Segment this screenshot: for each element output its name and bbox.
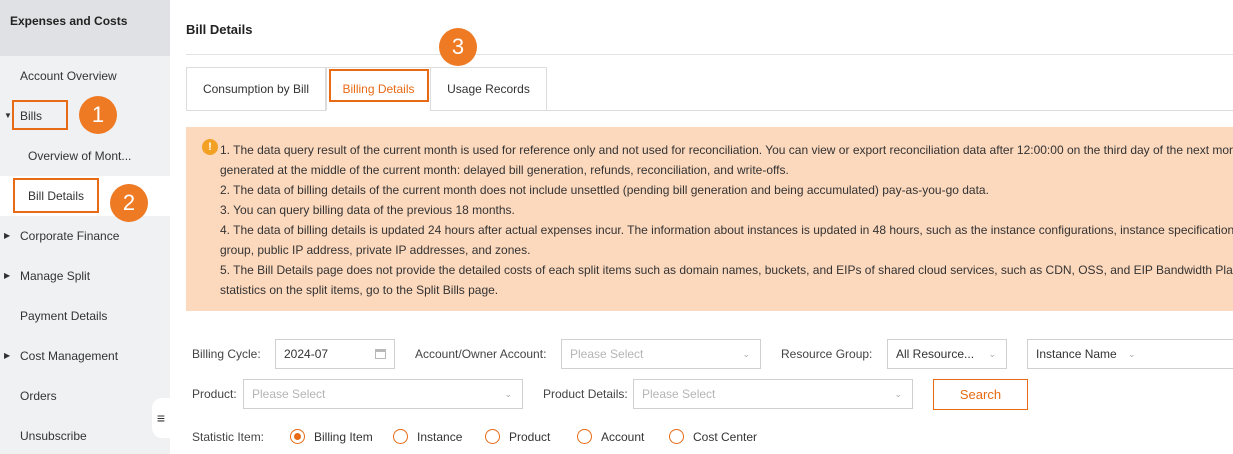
sidebar-item-corporate-finance[interactable]: ▶ Corporate Finance bbox=[0, 216, 170, 256]
sidebar-item-orders[interactable]: Orders bbox=[0, 376, 170, 416]
collapse-icon[interactable]: ≡ bbox=[152, 398, 170, 438]
product-details-placeholder: Please Select bbox=[642, 387, 716, 401]
chevron-down-icon: ⌄ bbox=[504, 389, 512, 399]
sidebar-header: Expenses and Costs bbox=[0, 0, 170, 56]
caret-down-icon: ▼ bbox=[4, 111, 12, 120]
account-select[interactable]: Please Select ⌄ bbox=[561, 339, 761, 369]
radio-account[interactable] bbox=[577, 429, 592, 444]
billing-cycle-value: 2024-07 bbox=[284, 347, 329, 361]
caret-right-icon: ▶ bbox=[4, 271, 11, 280]
notice-line: 5. The Bill Details page does not provid… bbox=[220, 263, 1233, 277]
notice-line: generated at the middle of the current m… bbox=[220, 163, 789, 177]
product-label: Product: bbox=[192, 387, 237, 401]
sidebar-item-label: Payment Details bbox=[20, 309, 108, 323]
callout-badge-2: 2 bbox=[110, 184, 148, 222]
billing-cycle-label: Billing Cycle: bbox=[192, 347, 261, 361]
divider bbox=[547, 110, 1233, 111]
sidebar-item-manage-split[interactable]: ▶ Manage Split bbox=[0, 256, 170, 296]
radio-label-cost-center: Cost Center bbox=[693, 430, 758, 444]
info-icon: ! bbox=[202, 139, 218, 155]
radio-label-product: Product bbox=[509, 430, 551, 444]
notice-line: 2. The data of billing details of the cu… bbox=[220, 183, 989, 197]
divider bbox=[186, 54, 1233, 55]
sidebar-item-overview-of-month[interactable]: Overview of Mont... bbox=[0, 136, 170, 176]
radio-label-account: Account bbox=[601, 430, 645, 444]
instance-name-select[interactable]: Instance Name ⌄ bbox=[1027, 339, 1233, 369]
radio-billing-item[interactable] bbox=[290, 429, 305, 444]
caret-right-icon: ▶ bbox=[4, 231, 11, 240]
search-button[interactable]: Search bbox=[933, 379, 1028, 410]
product-details-select[interactable]: Please Select ⌄ bbox=[633, 379, 913, 409]
notice-line: group, public IP address, private IP add… bbox=[220, 243, 531, 257]
radio-label-billing-item: Billing Item bbox=[314, 430, 373, 444]
statistic-item-label: Statistic Item: bbox=[192, 430, 265, 444]
resource-group-label: Resource Group: bbox=[781, 347, 873, 361]
sidebar-item-label: Account Overview bbox=[20, 69, 117, 83]
sidebar-item-label: Orders bbox=[20, 389, 57, 403]
calendar-icon bbox=[375, 349, 386, 359]
callout-badge-1: 1 bbox=[79, 96, 117, 134]
product-select[interactable]: Please Select ⌄ bbox=[243, 379, 523, 409]
sidebar-item-label: Corporate Finance bbox=[20, 229, 120, 243]
chevron-down-icon: ⌄ bbox=[1128, 349, 1136, 359]
notice-panel: 1. The data query result of the current … bbox=[186, 127, 1233, 311]
caret-right-icon: ▶ bbox=[4, 351, 11, 360]
sidebar-item-account-overview[interactable]: Account Overview bbox=[0, 56, 170, 96]
resource-group-select[interactable]: All Resource... ⌄ bbox=[887, 339, 1007, 369]
chevron-down-icon: ⌄ bbox=[742, 349, 750, 359]
highlight-billing-details-tab bbox=[329, 69, 429, 102]
radio-instance[interactable] bbox=[393, 429, 408, 444]
tab-usage-records[interactable]: Usage Records bbox=[430, 67, 547, 111]
radio-label-instance: Instance bbox=[417, 430, 463, 444]
notice-line: 4. The data of billing details is update… bbox=[220, 223, 1233, 237]
chevron-down-icon: ⌄ bbox=[894, 389, 902, 399]
instance-name-value: Instance Name bbox=[1036, 347, 1117, 361]
sidebar-item-payment-details[interactable]: Payment Details bbox=[0, 296, 170, 336]
sidebar-item-label: Overview of Mont... bbox=[28, 149, 132, 163]
tab-consumption-by-bill[interactable]: Consumption by Bill bbox=[186, 67, 326, 111]
sidebar-item-label: Unsubscribe bbox=[20, 429, 87, 443]
account-placeholder: Please Select bbox=[570, 347, 644, 361]
account-label: Account/Owner Account: bbox=[415, 347, 547, 361]
billing-cycle-picker[interactable]: 2024-07 bbox=[275, 339, 395, 369]
sidebar-item-cost-management[interactable]: ▶ Cost Management bbox=[0, 336, 170, 376]
product-details-label: Product Details: bbox=[543, 387, 628, 401]
notice-line: 3. You can query billing data of the pre… bbox=[220, 203, 515, 217]
highlight-bills bbox=[12, 100, 68, 130]
callout-badge-3: 3 bbox=[439, 28, 477, 66]
sidebar: Expenses and Costs Account Overview ▼ Bi… bbox=[0, 0, 170, 454]
page-title: Bill Details bbox=[186, 22, 253, 37]
notice-line: statistics on the split items, go to the… bbox=[220, 283, 499, 297]
sidebar-item-label: Cost Management bbox=[20, 349, 119, 363]
product-placeholder: Please Select bbox=[252, 387, 326, 401]
radio-product[interactable] bbox=[485, 429, 500, 444]
sidebar-item-label: Manage Split bbox=[20, 269, 91, 283]
radio-cost-center[interactable] bbox=[669, 429, 684, 444]
chevron-down-icon: ⌄ bbox=[988, 349, 996, 359]
notice-line: 1. The data query result of the current … bbox=[220, 143, 1233, 157]
resource-group-value: All Resource... bbox=[896, 347, 975, 361]
sidebar-item-unsubscribe[interactable]: Unsubscribe bbox=[0, 416, 170, 454]
highlight-bill-details bbox=[13, 178, 99, 213]
